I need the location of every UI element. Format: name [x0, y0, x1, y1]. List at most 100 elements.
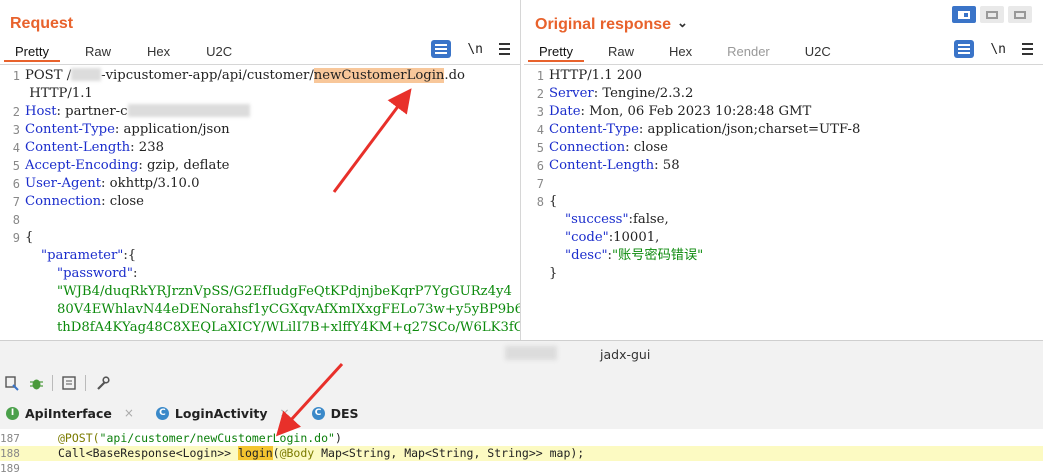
request-editor[interactable]: 1 POST / -vipcustomer-app/api/customer/new… — [0, 64, 520, 340]
word-wrap-icon[interactable] — [954, 40, 975, 58]
line-number: 4 — [536, 123, 544, 137]
line-number: 187 — [0, 432, 20, 445]
editor-file-tabs: I ApiInterface × C LoginActivity × C DES — [6, 403, 380, 423]
search-icon[interactable] — [4, 375, 20, 391]
code-editor[interactable]: 187 @POST("api/customer/newCustomerLogin.… — [0, 429, 1043, 476]
tab-render[interactable]: Render — [716, 42, 781, 62]
tab-u2c[interactable]: U2C — [794, 42, 842, 62]
class-icon: C — [155, 406, 169, 420]
line-number: 7 — [12, 195, 20, 209]
request-path: -vipcustomer-app/api/customer/ — [101, 68, 314, 83]
request-protocol: HTTP/1.1 — [25, 86, 93, 101]
header-key: User-Agent — [25, 176, 102, 191]
header-key: Content-Type — [549, 122, 639, 137]
response-editor[interactable]: 1 HTTP/1.1 200 2 Server: Tengine/2.3.2 3 Da… — [524, 64, 1043, 340]
highlighted-endpoint: newCustomerLogin — [313, 68, 445, 83]
close-icon[interactable]: × — [124, 406, 134, 420]
header-key: Date — [549, 104, 581, 119]
json-brace: } — [549, 266, 558, 281]
header-value: : 238 — [130, 140, 164, 155]
tab-raw[interactable]: Raw — [74, 42, 122, 62]
response-tabs: Pretty Raw Hex Render U2C — [528, 42, 855, 62]
json-string-value: "账号密码错误" — [611, 248, 704, 263]
response-toolbar: \n — [954, 40, 1033, 58]
json-string-value: 80V4EWhlavN44eDENorahsf1yCGXqvAfXmIXxgFE… — [57, 302, 521, 317]
line-number: 3 — [536, 105, 544, 119]
newline-toggle-button[interactable]: \n — [467, 42, 483, 57]
json-string-value: thD8fA4KYag48C8XEQLaXICY/WLilI7B+xlffY4K… — [57, 320, 521, 335]
header-key: Content-Length — [25, 140, 131, 155]
line-number: 3 — [12, 123, 20, 137]
response-pane: Original response ⌄ Pretty Raw Hex Render… — [524, 0, 1043, 340]
header-key: Content-Type — [25, 122, 115, 137]
json-key: "code" — [565, 230, 609, 245]
file-tab-loginactivity[interactable]: C LoginActivity × — [155, 403, 290, 423]
request-title: Request — [10, 15, 74, 32]
single-pane-icon[interactable] — [1008, 6, 1032, 23]
toolbar-divider — [52, 375, 53, 391]
json-punct: : — [132, 266, 138, 281]
header-key: Connection — [25, 194, 102, 209]
return-type: Call<BaseResponse<Login>> — [58, 446, 239, 460]
header-value: : application/json — [114, 122, 230, 137]
layout-switcher — [952, 6, 1032, 23]
json-key: "success" — [565, 212, 629, 227]
menu-icon[interactable] — [1022, 43, 1033, 55]
tab-hex[interactable]: Hex — [658, 42, 703, 62]
json-value: :false, — [628, 212, 669, 227]
split-vertical-icon[interactable] — [980, 6, 1004, 23]
jadx-window: jadx-gui I ApiInterface × C LoginActivity × … — [0, 340, 1043, 476]
request-tabs: Pretty Raw Hex U2C — [4, 42, 257, 62]
header-value: : okhttp/3.10.0 — [101, 176, 200, 191]
menu-icon[interactable] — [499, 43, 510, 55]
code-punct: ( — [272, 446, 280, 460]
redacted-blur — [71, 68, 102, 81]
file-tab-apiinterface[interactable]: I ApiInterface × — [6, 403, 134, 423]
tab-raw[interactable]: Raw — [597, 42, 645, 62]
tab-pretty[interactable]: Pretty — [528, 42, 584, 62]
tab-pretty[interactable]: Pretty — [4, 42, 60, 62]
log-viewer-icon[interactable] — [61, 375, 77, 391]
window-title: jadx-gui — [600, 347, 651, 362]
split-horizontal-icon[interactable] — [952, 6, 976, 23]
line-number: 7 — [536, 177, 544, 191]
file-tab-des[interactable]: C DES — [311, 403, 359, 423]
chevron-down-icon[interactable]: ⌄ — [677, 15, 688, 31]
header-key: Host — [25, 104, 57, 119]
word-wrap-icon[interactable] — [431, 40, 452, 58]
toolbar-divider — [85, 375, 86, 391]
header-value: : close — [101, 194, 144, 209]
line-number: 1 — [536, 69, 544, 83]
string-literal: "api/customer/newCustomerLogin.do" — [99, 431, 335, 445]
json-punct: :{ — [123, 248, 137, 263]
line-number: 5 — [536, 141, 544, 155]
line-number: 6 — [12, 177, 20, 191]
request-path-ext: .do — [444, 68, 465, 83]
response-title[interactable]: Original response ⌄ — [535, 15, 688, 34]
tab-hex[interactable]: Hex — [136, 42, 181, 62]
header-value: : close — [625, 140, 668, 155]
file-tab-label: DES — [330, 405, 359, 421]
header-value: : gzip, deflate — [138, 158, 230, 173]
header-value: : application/json;charset=UTF-8 — [638, 122, 861, 137]
line-number: 9 — [12, 231, 20, 245]
header-key: Content-Length — [549, 158, 655, 173]
line-number: 1 — [12, 69, 20, 83]
close-icon[interactable]: × — [280, 406, 290, 420]
tab-u2c[interactable]: U2C — [195, 42, 243, 62]
request-pane: Request Pretty Raw Hex U2C \n 1 POST / -vi… — [0, 0, 521, 340]
header-key: Server — [549, 86, 594, 101]
json-brace: { — [549, 194, 558, 209]
parameter-list: Map<String, Map<String, String>> map); — [314, 446, 585, 460]
header-key: Connection — [549, 140, 626, 155]
class-icon: C — [311, 406, 325, 420]
debug-bug-icon[interactable] — [28, 375, 44, 391]
line-number: 188 — [0, 447, 20, 460]
redacted-blur — [127, 104, 250, 117]
line-number: 4 — [12, 141, 20, 155]
json-key: "desc" — [565, 248, 608, 263]
newline-toggle-button[interactable]: \n — [990, 42, 1006, 57]
method-name[interactable]: login — [238, 446, 273, 460]
response-title-text: Original response — [535, 16, 672, 33]
wrench-icon[interactable] — [94, 375, 110, 391]
